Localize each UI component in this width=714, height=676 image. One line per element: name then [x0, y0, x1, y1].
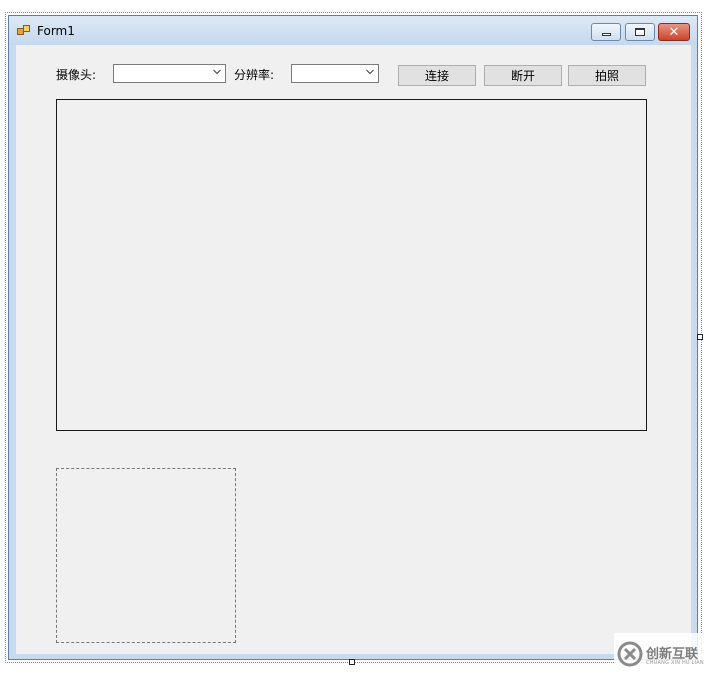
window-title: Form1	[37, 24, 75, 38]
watermark-subtext: CHUANG XIN HU LIAN	[646, 660, 704, 666]
resolution-label: 分辨率:	[234, 68, 275, 82]
chevron-down-icon	[366, 69, 374, 75]
maximize-icon	[635, 28, 645, 36]
capture-button[interactable]: 拍照	[568, 65, 646, 86]
resolution-combobox[interactable]	[291, 64, 379, 83]
title-bar[interactable]: Form1 ✕	[9, 16, 697, 45]
resize-handle-right[interactable]	[697, 334, 703, 340]
watermark-logo: 创新互联 CHUANG XIN HU LIAN	[614, 633, 714, 675]
close-icon: ✕	[668, 24, 680, 40]
connect-button[interactable]: 连接	[398, 65, 476, 86]
minimize-button[interactable]	[591, 23, 621, 41]
form-window: Form1 ✕ 摄像头: 分辨率: 连接 断开 拍照	[8, 15, 698, 660]
maximize-button[interactable]	[625, 23, 655, 41]
camera-combobox[interactable]	[113, 64, 226, 83]
close-button[interactable]: ✕	[658, 23, 690, 41]
brand-logo-icon	[617, 641, 643, 667]
camera-label: 摄像头:	[56, 68, 97, 82]
form-client-area: 摄像头: 分辨率: 连接 断开 拍照	[16, 45, 691, 654]
chevron-down-icon	[213, 69, 221, 75]
minimize-icon	[601, 33, 611, 36]
resize-handle-bottom[interactable]	[349, 659, 355, 665]
video-preview-panel[interactable]	[56, 99, 647, 431]
disconnect-button[interactable]: 断开	[484, 65, 562, 86]
photo-picturebox[interactable]	[56, 468, 236, 643]
form-app-icon	[17, 25, 31, 37]
